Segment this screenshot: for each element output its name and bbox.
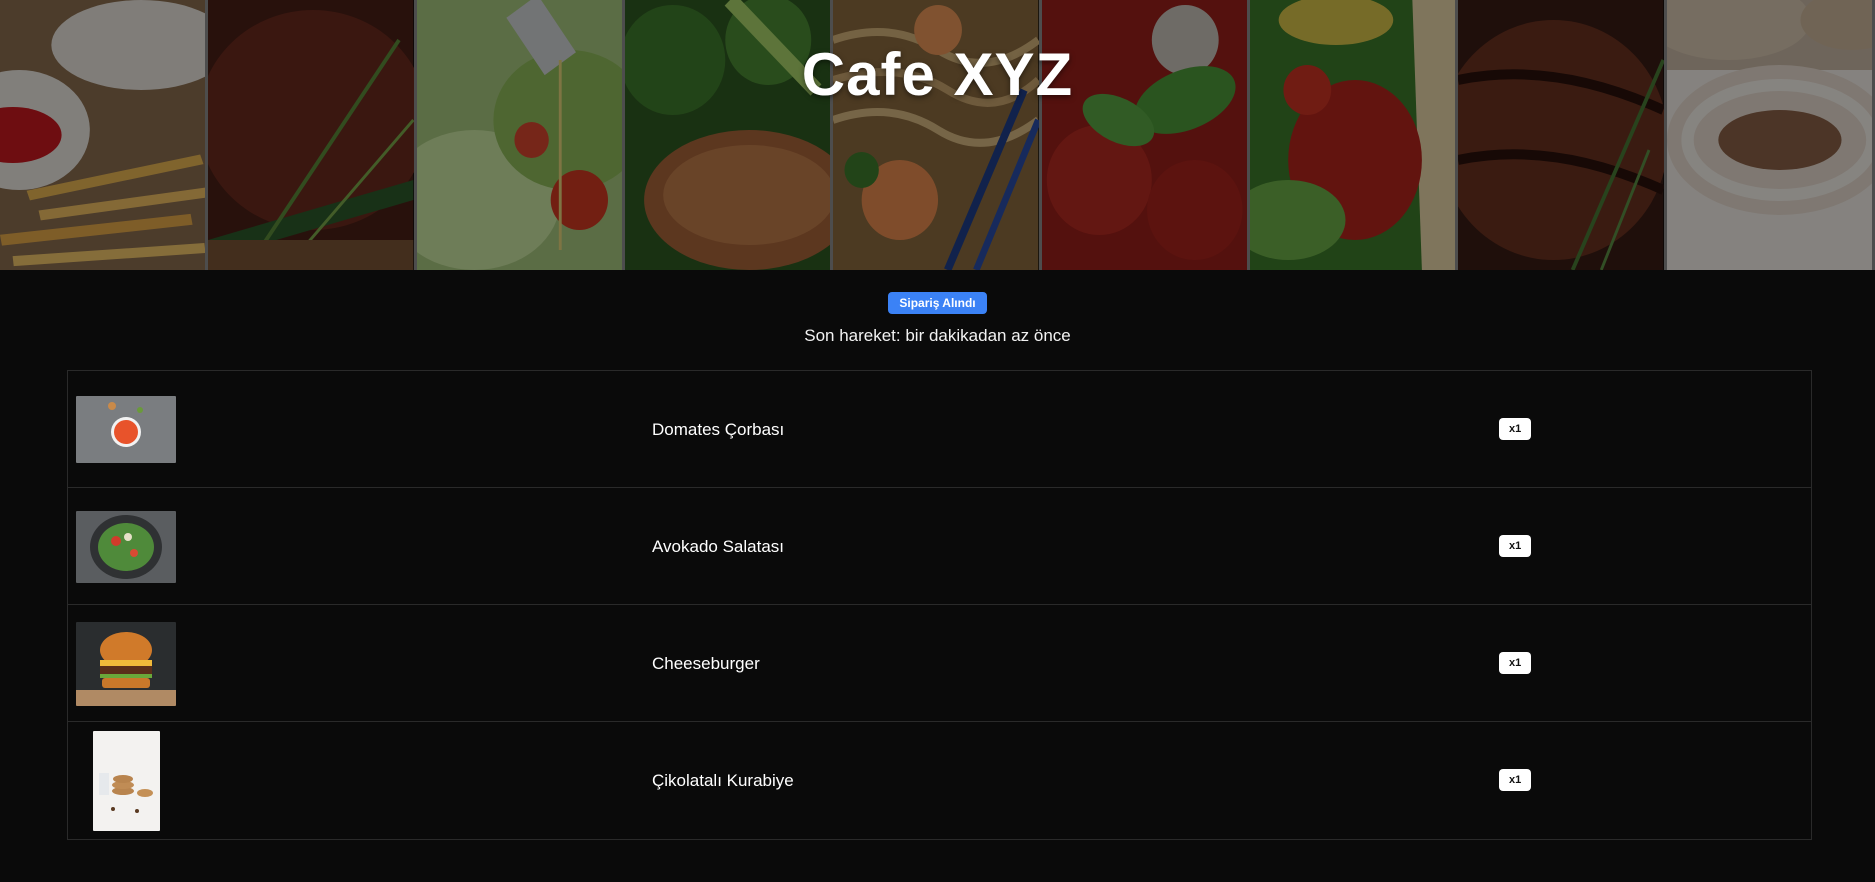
hero-banner: Cafe XYZ: [0, 0, 1875, 270]
item-thumbnail-cell: [76, 488, 176, 605]
item-quantity-badge: x1: [1499, 535, 1532, 557]
item-name: Cheeseburger: [652, 654, 760, 673]
status-section: Sipariş Alındı: [0, 292, 1875, 314]
tomato-soup-image: [76, 396, 176, 463]
item-name: Çikolatalı Kurabiye: [652, 771, 794, 790]
item-quantity-badge: x1: [1499, 652, 1532, 674]
order-items-table: Domates Çorbası x1 Avokado Salatası x1 C…: [67, 370, 1812, 840]
order-item-row: Avokado Salatası x1: [68, 488, 1811, 605]
order-status-badge: Sipariş Alındı: [888, 292, 987, 314]
cafe-title: Cafe XYZ: [801, 41, 1074, 108]
avocado-salad-image: [76, 510, 176, 583]
item-name: Avokado Salatası: [652, 537, 784, 556]
item-quantity-badge: x1: [1499, 769, 1532, 791]
item-quantity-badge: x1: [1499, 418, 1532, 440]
order-item-row: Cheeseburger x1: [68, 605, 1811, 722]
order-item-row: Çikolatalı Kurabiye x1: [68, 722, 1811, 839]
chocolate-cookies-image: [92, 730, 160, 831]
item-thumbnail-cell: [76, 605, 176, 722]
last-activity-text: Son hareket: bir dakikadan az önce: [804, 326, 1071, 345]
item-thumbnail-cell: [76, 722, 176, 839]
item-thumbnail-cell: [76, 371, 176, 488]
cheeseburger-image: [76, 621, 176, 706]
order-item-row: Domates Çorbası x1: [68, 371, 1811, 488]
item-name: Domates Çorbası: [652, 420, 785, 439]
